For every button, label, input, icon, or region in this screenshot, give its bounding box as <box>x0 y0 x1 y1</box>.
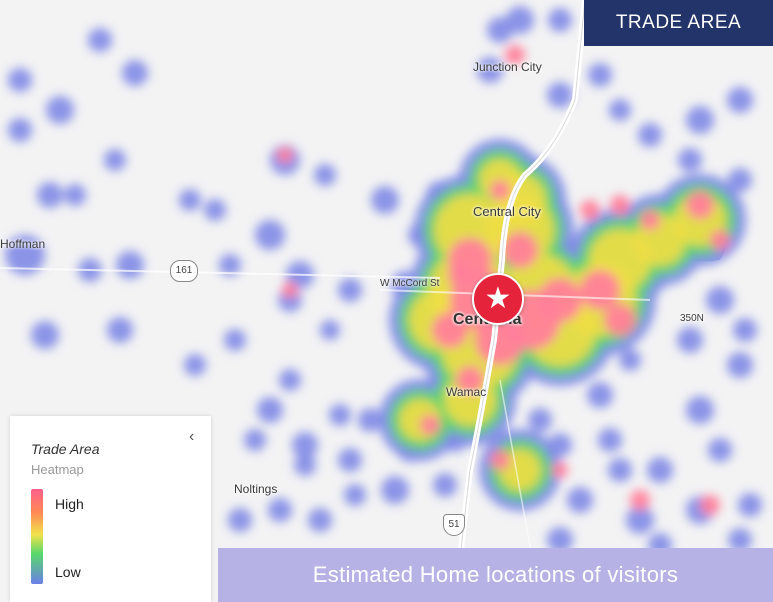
heat-blob <box>538 278 582 322</box>
heat-blob <box>37 182 63 208</box>
heat-blob <box>608 458 632 482</box>
heat-blob <box>122 60 148 86</box>
trade-area-badge: TRADE AREA <box>584 0 773 46</box>
heat-blob <box>580 270 620 310</box>
heat-blob <box>420 415 440 435</box>
heat-blob <box>371 186 399 214</box>
heat-blob <box>8 68 32 92</box>
route-161-shield: 161 <box>170 260 198 282</box>
heat-blob <box>647 457 673 483</box>
heat-blob <box>277 147 293 163</box>
heat-blob <box>678 148 702 172</box>
label-hoffman: Hoffman <box>0 237 46 251</box>
heat-blob <box>338 278 362 302</box>
heat-blob <box>700 495 720 515</box>
label-central-city: Central City <box>473 204 541 219</box>
heat-blob <box>626 506 654 534</box>
heat-blob <box>116 251 144 279</box>
heat-blob <box>179 189 201 211</box>
heat-blob <box>294 454 316 476</box>
heat-blob <box>547 82 573 108</box>
heat-blob <box>308 508 332 532</box>
heat-blob <box>344 484 366 506</box>
heat-blob <box>184 354 206 376</box>
heat-blob <box>224 329 246 351</box>
heat-blob <box>727 352 753 378</box>
heat-blob <box>548 8 572 32</box>
legend-low-label: Low <box>55 564 81 580</box>
heat-blob <box>358 408 382 432</box>
heat-blob <box>107 317 133 343</box>
heat-blob <box>46 96 74 124</box>
heat-blob <box>587 382 613 408</box>
heat-blob <box>279 369 301 391</box>
label-junction-city: Junction City <box>473 60 542 74</box>
heat-blob <box>604 304 636 336</box>
heatmap-legend: ‹ Trade Area Heatmap High Low <box>10 416 211 602</box>
heat-blob <box>733 318 757 342</box>
label-wamac: Wamac <box>446 385 487 399</box>
star-icon: ★ <box>484 282 512 315</box>
legend-high-label: High <box>55 496 84 512</box>
heat-blob <box>282 282 298 298</box>
caption-banner: Estimated Home locations of visitors <box>218 548 773 602</box>
heat-blob <box>528 408 552 432</box>
legend-color-scale <box>31 489 43 584</box>
heat-blob <box>204 199 226 221</box>
heat-blob <box>706 286 734 314</box>
heat-blob <box>329 404 351 426</box>
route-51-shield: 51 <box>443 514 465 536</box>
label-mccord-st: W McCord St <box>380 278 440 289</box>
heat-blob <box>490 450 510 470</box>
chevron-left-icon[interactable]: ‹ <box>189 428 194 446</box>
heat-blob <box>381 476 409 504</box>
heat-blob <box>630 490 650 510</box>
heat-blob <box>619 349 641 371</box>
legend-subtitle: Heatmap <box>31 462 84 477</box>
heat-blob <box>598 428 622 452</box>
heat-blob <box>686 106 714 134</box>
heat-blob <box>580 200 600 220</box>
heat-blob <box>8 118 32 142</box>
legend-title: Trade Area <box>31 441 100 457</box>
heat-blob <box>104 149 126 171</box>
heat-blob <box>638 123 662 147</box>
heat-blob <box>433 473 457 497</box>
heat-blob <box>727 87 753 113</box>
heat-blob <box>320 320 340 340</box>
heat-blob <box>64 184 86 206</box>
heat-blob <box>338 448 362 472</box>
heat-blob <box>255 220 285 250</box>
heat-blob <box>677 327 703 353</box>
heat-blob <box>710 230 730 250</box>
heat-blob <box>640 210 660 230</box>
heat-blob <box>490 180 510 200</box>
heat-blob <box>448 263 472 287</box>
heat-blob <box>588 63 612 87</box>
heat-blob <box>609 99 631 121</box>
heat-blob <box>487 17 513 43</box>
label-noltings: Noltings <box>234 482 278 496</box>
heat-blob <box>257 397 283 423</box>
heat-blob <box>686 396 714 424</box>
heat-blob <box>567 487 593 513</box>
heat-blob <box>88 28 112 52</box>
heat-blob <box>502 232 538 268</box>
heat-blob <box>686 191 714 219</box>
heat-blob <box>552 462 568 478</box>
label-road-350n: 350N <box>680 313 704 324</box>
heat-blob <box>31 321 59 349</box>
heat-blob <box>708 438 732 462</box>
heat-blob <box>228 508 252 532</box>
heat-blob <box>268 498 292 522</box>
heat-blob <box>610 195 630 215</box>
heat-blob <box>244 429 266 451</box>
store-location-marker[interactable]: ★ <box>472 273 524 325</box>
heat-blob <box>738 493 762 517</box>
heat-blob <box>314 164 336 186</box>
